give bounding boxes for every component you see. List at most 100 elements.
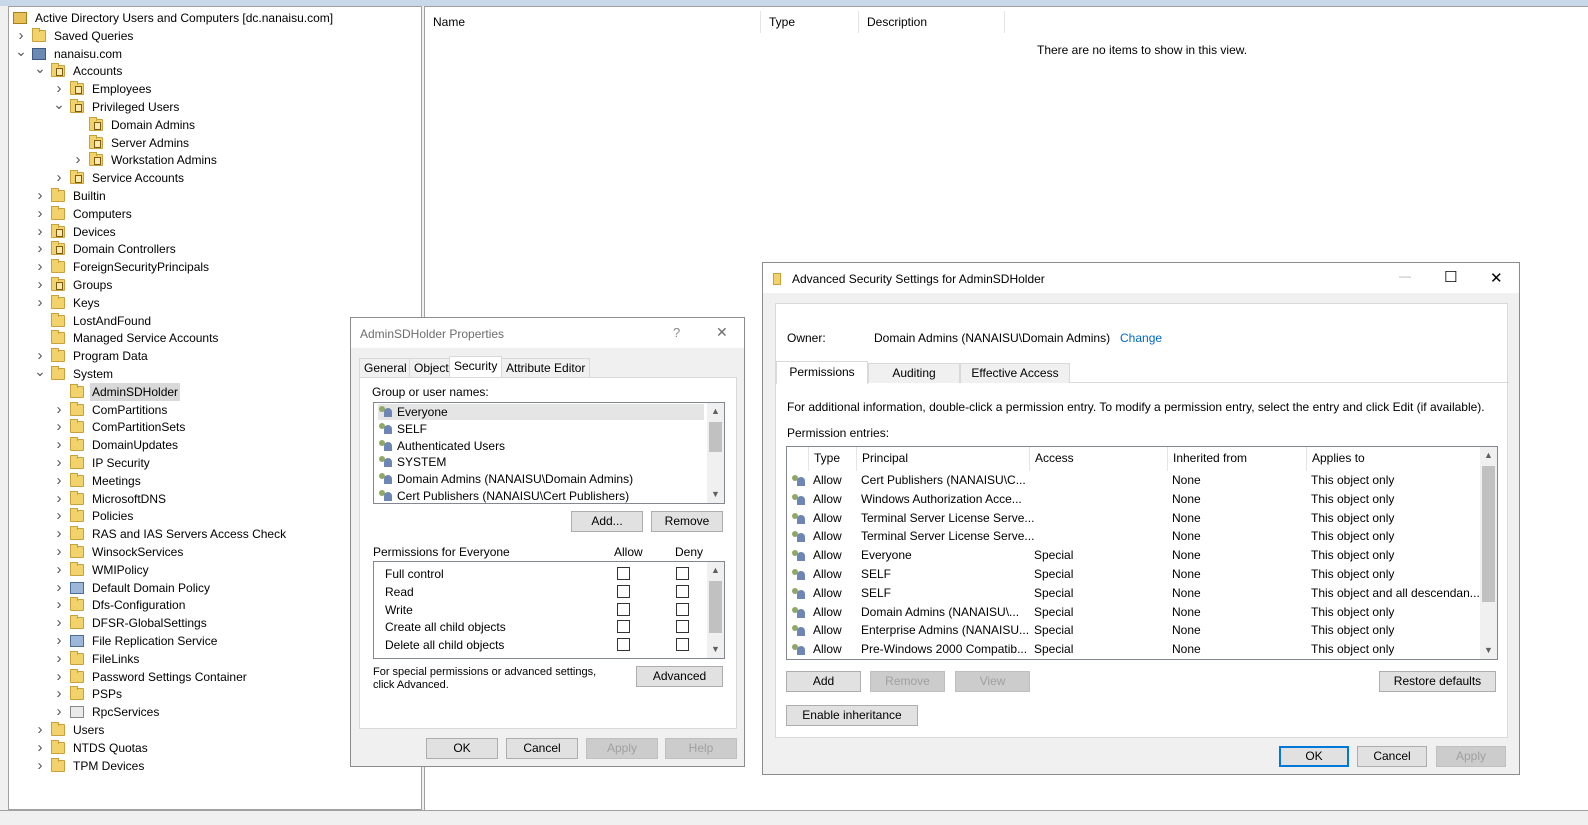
restore-defaults-button[interactable]: Restore defaults [1379,671,1496,692]
chevron-down-icon[interactable]: ⌄ [34,59,46,77]
allow-checkbox[interactable] [617,620,630,634]
tree-item[interactable]: Domain Admins [72,116,197,134]
tree-item[interactable]: › Default Domain Policy [53,579,212,597]
ok-button[interactable]: OK [1279,746,1349,767]
column-header-type[interactable]: Type [761,11,859,33]
close-icon[interactable]: ✕ [1490,269,1503,287]
tree-item[interactable]: › Password Settings Container [53,668,249,686]
tree-item[interactable]: › PSPs [53,685,124,703]
tree-item[interactable]: AdminSDHolder [53,382,181,401]
permissions-scrollbar[interactable]: ▲ ▼ [707,562,724,658]
deny-checkbox[interactable] [676,584,689,598]
chevron-right-icon[interactable]: › [34,223,46,241]
apply-button[interactable]: Apply [586,738,658,759]
chevron-down-icon[interactable]: ⌄ [34,362,46,380]
tree-item[interactable]: › NTDS Quotas [34,739,150,757]
permission-entry-row[interactable]: Allow Pre-Windows 2000 Compatib... Special… [787,640,1482,659]
chevron-right-icon[interactable]: › [53,579,65,597]
tab-auditing[interactable]: Auditing [868,363,960,383]
tree-item[interactable]: ⌄ nanaisu.com [15,42,124,63]
minimize-icon[interactable]: — [1399,269,1411,283]
chevron-down-icon[interactable]: ⌄ [15,42,27,60]
add-principal-button[interactable]: Add... [571,511,643,532]
permission-entry-row[interactable]: Allow Terminal Server License Serve... Non… [787,509,1482,528]
tree-item[interactable]: › IP Security [53,454,152,472]
column-header-name[interactable]: Name [425,11,761,33]
chevron-right-icon[interactable]: › [53,454,65,472]
chevron-right-icon[interactable]: › [53,632,65,650]
tree-item[interactable]: › WinsockServices [53,543,185,561]
advanced-titlebar[interactable]: Advanced Security Settings for AdminSDHo… [763,263,1519,293]
chevron-right-icon[interactable]: › [53,401,65,419]
tab-security[interactable]: Security [449,356,503,378]
entries-column-header[interactable]: Access [1029,447,1172,471]
chevron-right-icon[interactable]: › [34,205,46,223]
deny-checkbox[interactable] [676,620,689,634]
principals-listbox[interactable]: Everyone SELF Authenticated Users SYSTEM Dom… [373,402,725,504]
tree-item[interactable]: Server Admins [72,134,191,152]
allow-checkbox[interactable] [617,567,630,580]
entries-column-header[interactable]: Principal [856,447,1034,471]
chevron-right-icon[interactable]: › [53,614,65,632]
tree-item[interactable]: › MicrosoftDNS [53,490,168,508]
chevron-right-icon[interactable]: › [53,650,65,668]
chevron-right-icon[interactable]: › [34,240,46,258]
chevron-right-icon[interactable]: › [34,276,46,294]
advanced-button[interactable]: Advanced [636,666,723,687]
permission-entry-row[interactable]: Allow Everyone Special None This object only [787,546,1482,565]
permission-entry-row[interactable]: Allow Windows Authorization Acce... None Th… [787,490,1482,509]
tab-attribute-editor[interactable]: Attribute Editor [501,358,591,378]
permission-entry-row[interactable]: Allow Cert Publishers (NANAISU\C... None Th… [787,471,1482,490]
chevron-right-icon[interactable]: › [34,294,46,312]
permission-entry-row[interactable]: Allow Enterprise Admins (NANAISU... Specia… [787,621,1482,640]
chevron-right-icon[interactable]: › [53,525,65,543]
deny-checkbox[interactable] [676,638,689,652]
close-icon[interactable]: ✕ [716,324,728,341]
maximize-icon[interactable]: ☐ [1444,268,1457,286]
tree-item[interactable]: ⌄ System [34,362,115,383]
tree-item[interactable]: › Saved Queries [15,27,135,45]
permission-entries-grid[interactable]: Type Principal Access Inherited from Applies… [786,446,1498,660]
scroll-thumb[interactable] [709,581,722,633]
scroll-up-icon[interactable]: ▲ [707,403,724,420]
chevron-right-icon[interactable]: › [53,507,65,525]
chevron-right-icon[interactable]: › [34,721,46,739]
chevron-right-icon[interactable]: › [53,561,65,579]
principal-item[interactable]: Cert Publishers (NANAISU\Cert Publishers… [378,488,704,503]
chevron-right-icon[interactable]: › [34,757,46,775]
tree-item[interactable]: › Users [34,721,106,739]
scroll-thumb[interactable] [709,422,722,452]
help-icon[interactable]: ? [673,325,680,340]
tree-item[interactable]: › ComPartitionSets [53,418,187,436]
principal-item[interactable]: SELF [378,421,704,437]
tree-item[interactable]: › RAS and IAS Servers Access Check [53,525,288,543]
tab-permissions[interactable]: Permissions [776,361,868,384]
tree-item[interactable]: › Devices [34,223,118,241]
apply-button[interactable]: Apply [1436,746,1506,767]
add-entry-button[interactable]: Add [786,671,861,692]
chevron-down-icon[interactable]: ⌄ [53,95,65,113]
chevron-right-icon[interactable]: › [53,543,65,561]
deny-checkbox[interactable] [676,602,689,616]
view-entry-button[interactable]: View [955,671,1030,692]
chevron-right-icon[interactable]: › [34,258,46,276]
chevron-right-icon[interactable]: › [53,169,65,187]
scroll-up-icon[interactable]: ▲ [1480,447,1497,464]
enable-inheritance-button[interactable]: Enable inheritance [786,705,918,726]
permission-entry-row[interactable]: Allow SELF Special None This object and all … [787,584,1482,603]
tree-item[interactable]: › Service Accounts [53,169,186,187]
tree-item[interactable]: › Workstation Admins [72,151,219,169]
tree-item[interactable]: › Computers [34,205,134,223]
tree-item[interactable]: › Groups [34,276,114,294]
scroll-thumb[interactable] [1482,466,1495,602]
tab-effective-access[interactable]: Effective Access [960,363,1070,383]
help-button[interactable]: Help [665,738,737,759]
entries-column-header[interactable]: Inherited from [1167,447,1311,471]
tree-item[interactable]: LostAndFound [34,312,153,330]
tree-item[interactable]: Managed Service Accounts [34,329,220,347]
chevron-right-icon[interactable]: › [53,685,65,703]
chevron-right-icon[interactable]: › [72,151,84,169]
chevron-right-icon[interactable]: › [53,668,65,686]
chevron-right-icon[interactable]: › [53,596,65,614]
tree-item[interactable]: › DFSR-GlobalSettings [53,614,209,632]
